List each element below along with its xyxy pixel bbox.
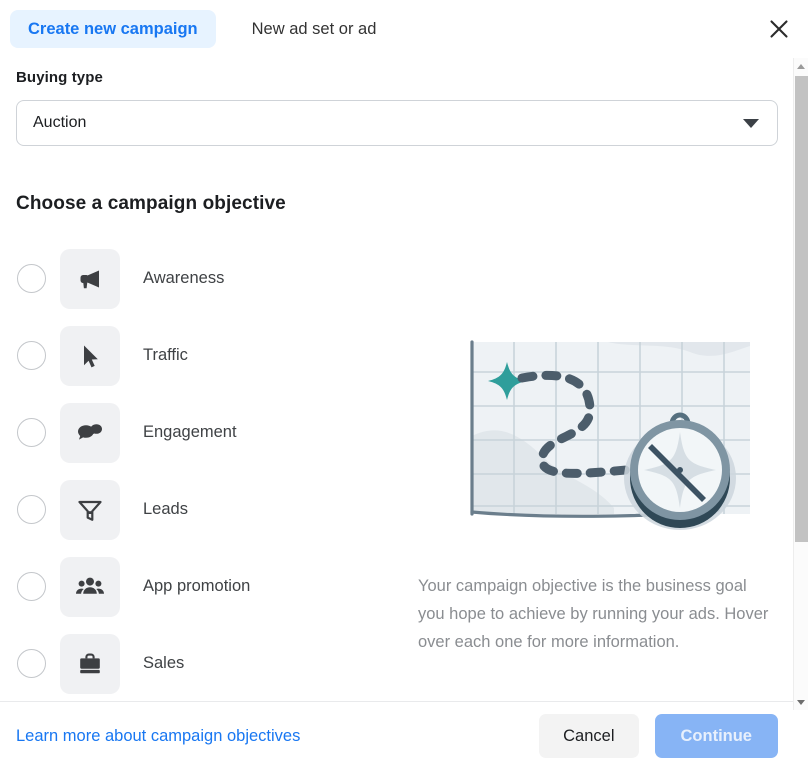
objective-option-awareness[interactable]: Awareness <box>0 240 410 317</box>
radio-sales[interactable] <box>17 649 46 678</box>
dialog-scroll-content: Buying type Auction Choose a campaign ob… <box>0 58 793 701</box>
objective-label: Sales <box>143 654 185 672</box>
radio-awareness[interactable] <box>17 264 46 293</box>
objective-option-engagement[interactable]: Engagement <box>0 394 410 471</box>
radio-app-promotion[interactable] <box>17 572 46 601</box>
close-button[interactable] <box>764 14 794 44</box>
map-with-compass-illustration <box>418 318 768 538</box>
create-campaign-dialog: Create new campaign New ad set or ad Buy… <box>0 0 808 770</box>
cancel-button[interactable]: Cancel <box>539 714 639 758</box>
objective-label: Awareness <box>143 269 225 287</box>
funnel-icon <box>60 479 120 540</box>
chevron-down-icon <box>743 118 759 128</box>
scrollbar-thumb[interactable] <box>795 76 808 542</box>
scroll-down-arrow-icon[interactable] <box>794 694 808 710</box>
dialog-footer: Learn more about campaign objectives Can… <box>0 701 793 770</box>
people-icon <box>60 556 120 617</box>
objective-body: Awareness Traffic Engagement Leads App p… <box>0 240 793 701</box>
buying-type-value: Auction <box>33 114 87 131</box>
objective-option-traffic[interactable]: Traffic <box>0 317 410 394</box>
close-icon <box>768 18 790 40</box>
objective-option-sales[interactable]: Sales <box>0 625 410 701</box>
buying-type-select[interactable]: Auction <box>16 100 778 146</box>
objective-label: App promotion <box>143 577 251 595</box>
cursor-icon <box>60 325 120 386</box>
megaphone-icon <box>60 248 120 309</box>
buying-type-label: Buying type <box>16 69 103 86</box>
radio-leads[interactable] <box>17 495 46 524</box>
scroll-up-arrow-icon[interactable] <box>794 58 808 74</box>
campaign-objective-heading: Choose a campaign objective <box>16 193 286 214</box>
objective-label: Traffic <box>143 346 188 364</box>
objective-list: Awareness Traffic Engagement Leads App p… <box>0 240 410 701</box>
objective-label: Engagement <box>143 423 237 441</box>
objective-label: Leads <box>143 500 188 518</box>
objective-description: Your campaign objective is the business … <box>418 577 769 651</box>
buying-type-select-wrapper: Auction <box>16 100 778 146</box>
objective-option-leads[interactable]: Leads <box>0 471 410 548</box>
briefcase-icon <box>60 633 120 694</box>
vertical-scrollbar[interactable] <box>793 58 808 710</box>
radio-traffic[interactable] <box>17 341 46 370</box>
objective-option-app-promotion[interactable]: App promotion <box>0 548 410 625</box>
learn-more-link[interactable]: Learn more about campaign objectives <box>16 727 300 746</box>
radio-engagement[interactable] <box>17 418 46 447</box>
dialog-header: Create new campaign New ad set or ad <box>0 0 808 58</box>
chat-bubbles-icon <box>60 402 120 463</box>
tab-create-new-campaign[interactable]: Create new campaign <box>10 9 216 49</box>
tab-new-ad-set-or-ad[interactable]: New ad set or ad <box>246 10 383 49</box>
continue-button[interactable]: Continue <box>654 714 778 758</box>
